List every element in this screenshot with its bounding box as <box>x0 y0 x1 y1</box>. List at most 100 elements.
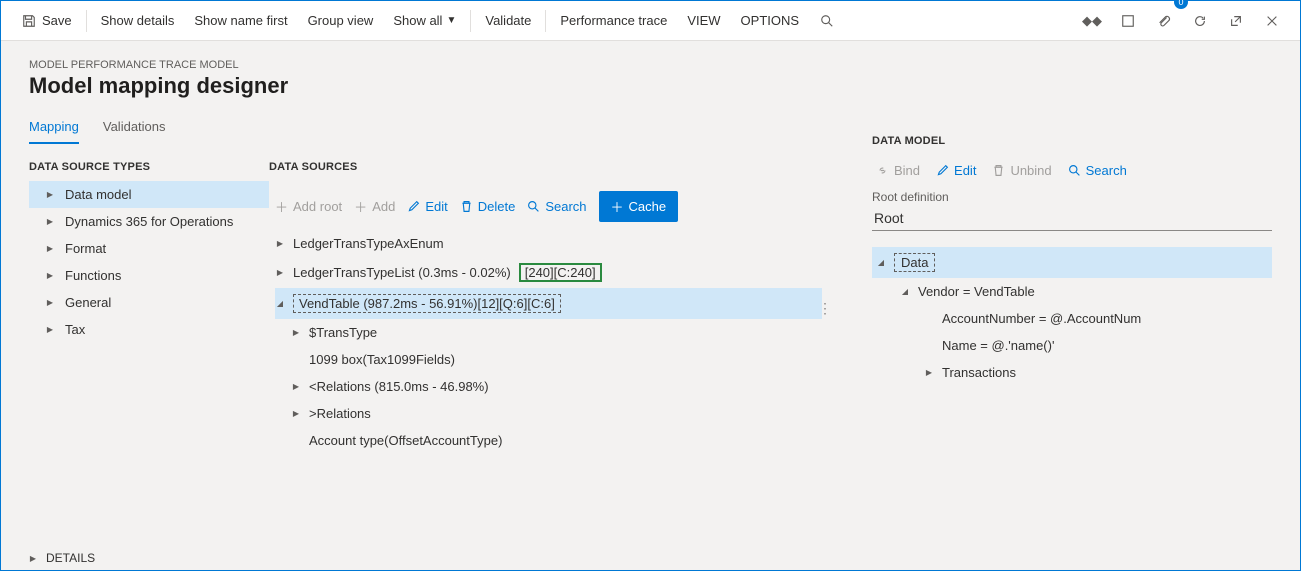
dst-item-dynamics365[interactable]: ▶Dynamics 365 for Operations <box>29 208 269 235</box>
triangle-down-icon: ◢ <box>275 299 285 308</box>
save-button[interactable]: Save <box>11 1 82 40</box>
add-button[interactable]: ＋Add <box>354 197 395 216</box>
attachments-button[interactable]: 0 <box>1146 1 1182 40</box>
unbind-button[interactable]: Unbind <box>992 163 1051 178</box>
root-definition-input[interactable] <box>872 206 1272 231</box>
save-icon <box>21 13 37 29</box>
plus-icon: ＋ <box>275 197 288 216</box>
search-button[interactable]: Search <box>527 199 586 214</box>
triangle-right-icon: ▶ <box>275 268 285 277</box>
group-view-button[interactable]: Group view <box>298 1 384 40</box>
toolbar-separator <box>86 10 87 32</box>
dst-item-functions[interactable]: ▶Functions <box>29 262 269 289</box>
tab-mapping[interactable]: Mapping <box>29 113 79 144</box>
details-expander[interactable]: ▶ DETAILS <box>28 551 95 565</box>
data-sources-label: DATA SOURCES <box>269 161 822 173</box>
validate-button[interactable]: Validate <box>475 1 541 40</box>
ds-row-relations-in[interactable]: ▶<Relations (815.0ms - 46.98%) <box>275 373 822 400</box>
cache-button[interactable]: ＋Cache <box>599 191 679 222</box>
close-icon <box>1264 13 1280 29</box>
breadcrumb: MODEL PERFORMANCE TRACE MODEL <box>29 59 1272 71</box>
dm-row-vendor[interactable]: ◢Vendor = VendTable <box>872 278 1272 305</box>
popout-button[interactable] <box>1218 1 1254 40</box>
plus-icon: ＋ <box>354 197 367 216</box>
data-model-tree: ◢Data ◢Vendor = VendTable ▶AccountNumber… <box>872 247 1272 386</box>
edit-icon <box>407 200 420 213</box>
waffle-icon-button[interactable]: ◆◆ <box>1074 1 1110 40</box>
dm-row-accountnumber[interactable]: ▶AccountNumber = @.AccountNum <box>872 305 1272 332</box>
page-title: Model mapping designer <box>29 73 1272 99</box>
data-model-toolbar: Bind Edit Unbind Search <box>872 155 1272 184</box>
search-dm-button[interactable]: Search <box>1068 163 1127 178</box>
close-button[interactable] <box>1254 1 1290 40</box>
edit-dm-button[interactable]: Edit <box>936 163 976 178</box>
show-name-first-button[interactable]: Show name first <box>184 1 297 40</box>
root-definition-label: Root definition <box>872 190 1272 204</box>
options-button[interactable]: OPTIONS <box>731 1 810 40</box>
show-details-button[interactable]: Show details <box>91 1 185 40</box>
tabs: Mapping Validations <box>29 113 822 145</box>
add-root-button[interactable]: ＋Add root <box>275 197 342 216</box>
save-label: Save <box>42 13 72 28</box>
highlight-box: [240][C:240] <box>519 263 602 282</box>
dst-item-data-model[interactable]: ▶Data model <box>29 181 269 208</box>
triangle-down-icon: ◢ <box>876 258 886 267</box>
triangle-right-icon: ▶ <box>45 325 55 334</box>
triangle-right-icon: ▶ <box>291 328 301 337</box>
data-sources-panel: DATA SOURCES ＋Add root ＋Add Edit Delete <box>269 145 822 454</box>
ds-row-ledger-enum[interactable]: ▶LedgerTransTypeAxEnum <box>275 230 822 257</box>
popout-icon <box>1228 13 1244 29</box>
root-definition-field: Root definition <box>872 190 1272 231</box>
performance-trace-button[interactable]: Performance trace <box>550 1 677 40</box>
show-all-button[interactable]: Show all▼ <box>383 1 466 40</box>
triangle-right-icon: ▶ <box>45 190 55 199</box>
search-toolbar-button[interactable] <box>809 1 845 40</box>
triangle-right-icon: ▶ <box>45 217 55 226</box>
dst-item-general[interactable]: ▶General <box>29 289 269 316</box>
edit-icon <box>936 164 949 177</box>
edit-button[interactable]: Edit <box>407 199 447 214</box>
data-source-types-label: DATA SOURCE TYPES <box>29 161 269 173</box>
data-sources-toolbar: ＋Add root ＋Add Edit Delete Search <box>269 181 822 230</box>
unbind-icon <box>992 164 1005 177</box>
triangle-right-icon: ▶ <box>275 239 285 248</box>
dm-row-data[interactable]: ◢Data <box>872 247 1272 278</box>
data-model-label: DATA MODEL <box>872 135 1272 147</box>
office-icon-button[interactable] <box>1110 1 1146 40</box>
more-vertical-icon[interactable]: ⋮ <box>818 300 832 317</box>
ds-row-account-type[interactable]: ▶Account type(OffsetAccountType) <box>275 427 822 454</box>
dm-row-transactions[interactable]: ▶Transactions <box>872 359 1272 386</box>
tab-validations[interactable]: Validations <box>103 113 166 144</box>
plus-icon: ＋ <box>611 197 624 216</box>
ds-row-transtype[interactable]: ▶$TransType <box>275 319 822 346</box>
ds-row-1099box[interactable]: ▶1099 box(Tax1099Fields) <box>275 346 822 373</box>
toolbar-separator <box>470 10 471 32</box>
app-toolbar: Save Show details Show name first Group … <box>1 1 1300 41</box>
ds-row-ledger-list[interactable]: ▶LedgerTransTypeList (0.3ms - 0.02%)[240… <box>275 257 822 288</box>
ds-row-relations-out[interactable]: ▶>Relations <box>275 400 822 427</box>
delete-button[interactable]: Delete <box>460 199 516 214</box>
triangle-right-icon: ▶ <box>291 382 301 391</box>
triangle-right-icon: ▶ <box>291 409 301 418</box>
dm-row-name[interactable]: ▶Name = @.'name()' <box>872 332 1272 359</box>
page-content: MODEL PERFORMANCE TRACE MODEL Model mapp… <box>1 41 1300 454</box>
data-source-types-panel: DATA SOURCE TYPES ▶Data model ▶Dynamics … <box>29 145 269 454</box>
data-sources-list: ▶LedgerTransTypeAxEnum ▶LedgerTransTypeL… <box>269 230 822 454</box>
triangle-right-icon: ▶ <box>45 271 55 280</box>
refresh-button[interactable] <box>1182 1 1218 40</box>
toolbar-separator <box>545 10 546 32</box>
bind-button[interactable]: Bind <box>876 163 920 178</box>
refresh-icon <box>1192 13 1208 29</box>
dst-item-tax[interactable]: ▶Tax <box>29 316 269 343</box>
ds-row-vendtable[interactable]: ◢VendTable (987.2ms - 56.91%)[12][Q:6][C… <box>275 288 822 319</box>
dst-item-format[interactable]: ▶Format <box>29 235 269 262</box>
view-button[interactable]: VIEW <box>677 1 730 40</box>
waffle-icon: ◆◆ <box>1084 13 1100 29</box>
triangle-right-icon: ▶ <box>28 554 38 563</box>
attachment-icon <box>1156 13 1172 29</box>
triangle-down-icon: ◢ <box>900 287 910 296</box>
triangle-right-icon: ▶ <box>45 298 55 307</box>
office-icon <box>1120 13 1136 29</box>
bind-icon <box>876 164 889 177</box>
search-icon <box>819 13 835 29</box>
